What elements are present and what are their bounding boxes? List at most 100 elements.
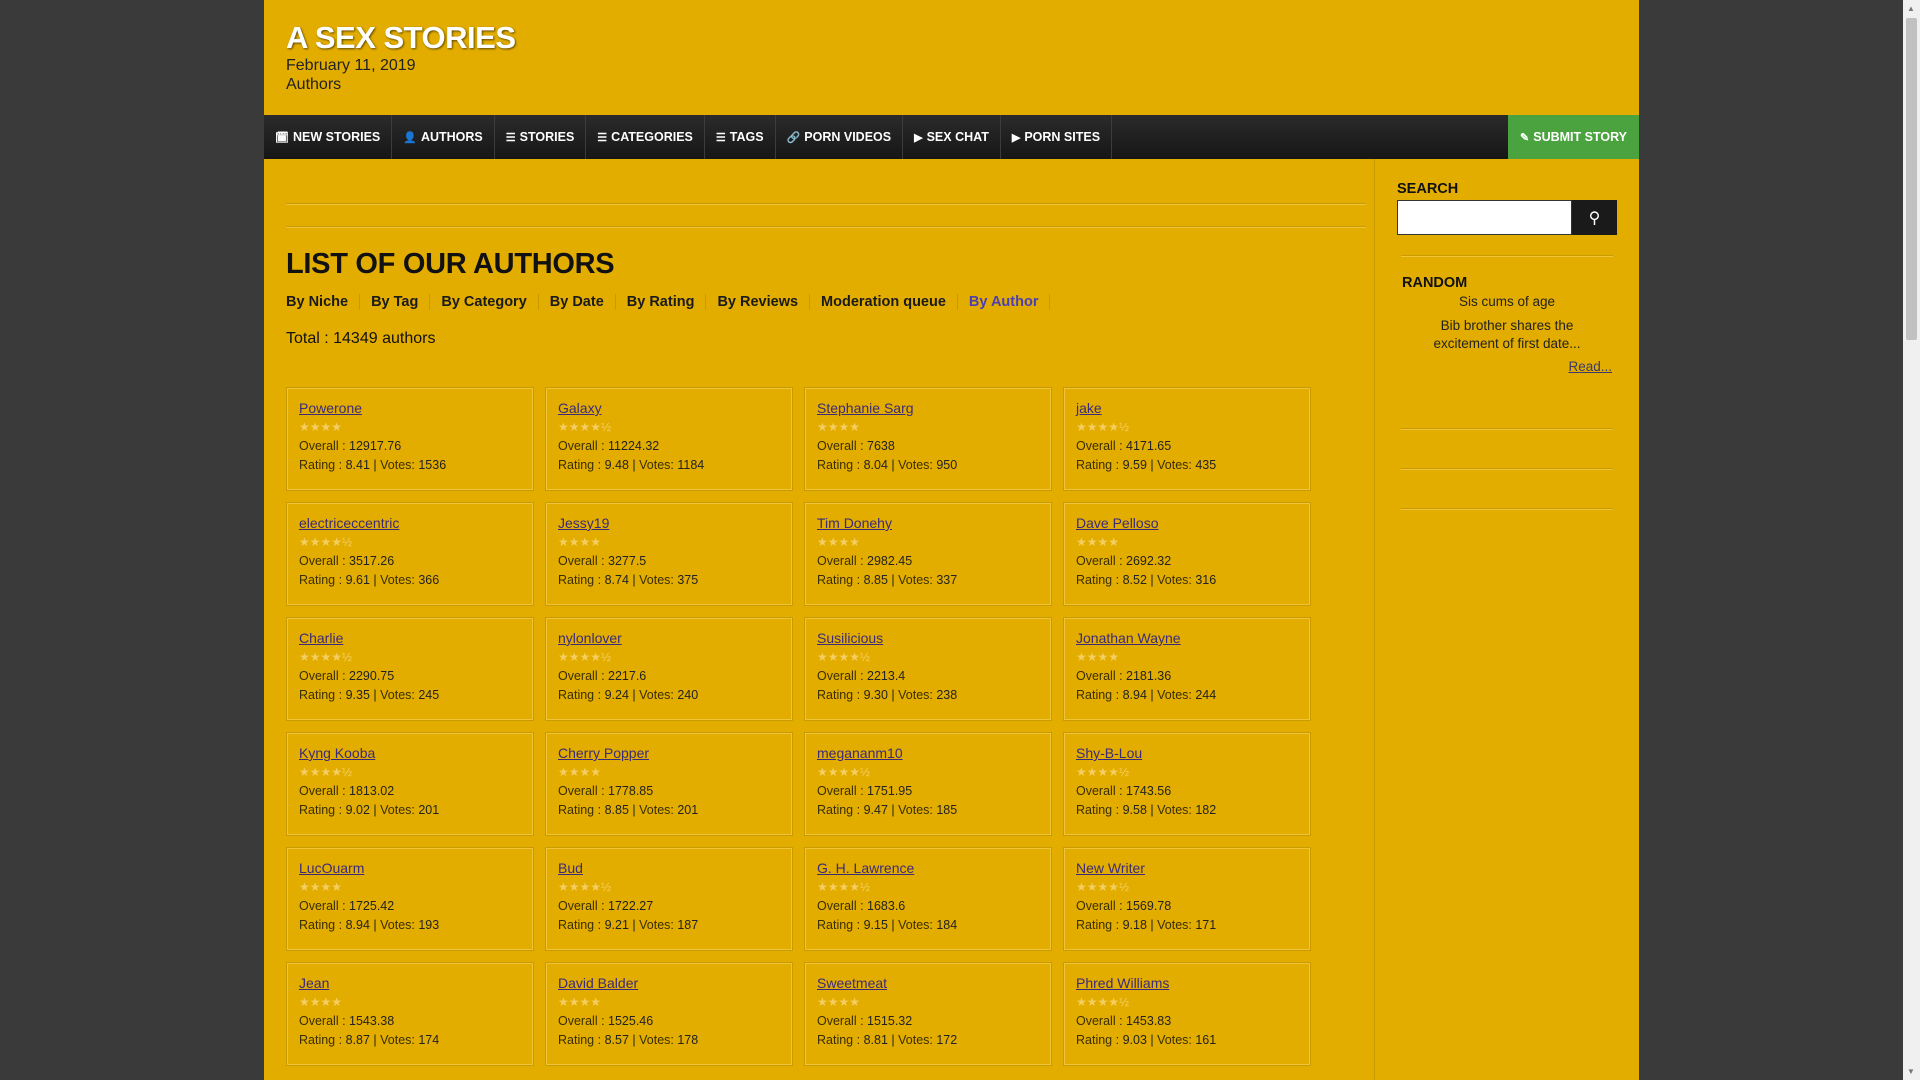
author-name-link[interactable]: New Writer [1076,860,1298,876]
rating-line: Rating : 9.61 | Votes: 366 [299,573,440,587]
author-name-link[interactable]: megananm10 [817,745,1039,761]
filter-by-tag[interactable]: By Tag [371,294,431,310]
search-button[interactable]: ⚲ [1572,200,1617,235]
nav-item-sex-chat[interactable]: ▶ SEX CHAT [903,115,1001,159]
rating-value: 8.74 [604,573,629,587]
author-name-link[interactable]: Dave Pelloso [1076,515,1298,531]
site-header: A SEX STORIES February 11, 2019 Authors [264,0,1639,115]
rating-label: Rating : [299,803,343,817]
author-name-link[interactable]: Sweetmeat [817,975,1039,991]
nav-item-tags[interactable]: ☰ TAGS [705,115,776,159]
scroll-up-icon[interactable]: ▲ [1907,4,1915,13]
filter-by-date[interactable]: By Date [550,294,616,310]
play-icon: ▶ [1011,131,1021,144]
votes-value: 1536 [418,458,447,472]
nav-item-porn-sites[interactable]: ▶ PORN SITES [1001,115,1113,159]
author-name-link[interactable]: jake [1076,400,1298,416]
votes-value: 238 [936,688,958,702]
overall-label: Overall : [558,669,605,683]
overall-line: Overall : 3517.26 [299,554,521,568]
author-name-link[interactable]: David Balder [558,975,780,991]
author-name-link[interactable]: Powerone [299,400,521,416]
filter-by-rating[interactable]: By Rating [627,294,707,310]
rating-value: 8.87 [345,1033,370,1047]
overall-label: Overall : [1076,439,1123,453]
rating-label: Rating : [1076,803,1120,817]
rating-line: Rating : 9.03 | Votes: 161 [1076,1033,1217,1047]
overall-line: Overall : 1743.56 [1076,784,1298,798]
rating-value: 8.94 [1122,688,1147,702]
rating-stars: ★★★★½ [1076,995,1130,1009]
scroll-down-icon[interactable]: ▼ [1907,1067,1915,1076]
rating-line: Rating : 9.24 | Votes: 240 [558,688,699,702]
filter-moderation-queue[interactable]: Moderation queue [821,294,958,310]
author-name-link[interactable]: Cherry Popper [558,745,780,761]
nav-item-categories[interactable]: ☰ CATEGORIES [586,115,705,159]
filter-by-category[interactable]: By Category [441,294,539,310]
rating-label: Rating : [558,458,602,472]
overall-label: Overall : [1076,899,1123,913]
filter-by-reviews[interactable]: By Reviews [717,294,811,310]
author-name-link[interactable]: Shy-B-Lou [1076,745,1298,761]
author-name-link[interactable]: Stephanie Sarg [817,400,1039,416]
author-card: Jessy19 ★★★★ Overall : 3277.5 Rating : 8.74… [545,502,793,606]
overall-label: Overall : [817,784,864,798]
random-story-excerpt: Bib brother shares the excitement of fir… [1433,318,1581,351]
author-name-link[interactable]: LucOuarm [299,860,521,876]
votes-value: 950 [936,458,958,472]
overall-value: 11224.32 [608,439,660,453]
rating-stars: ★★★★½ [817,650,871,664]
rating-line: Rating : 9.47 | Votes: 185 [817,803,958,817]
read-more-link[interactable]: Read... [1397,359,1612,374]
nav-item-label: STORIES [519,130,575,144]
author-card: Susilicious ★★★★½ Overall : 2213.4 Rating :… [804,617,1052,721]
divider [1401,468,1613,470]
nav-item-authors[interactable]: 👤 AUTHORS [392,115,495,159]
author-name-link[interactable]: Kyng Kooba [299,745,521,761]
rating-stars: ★★★★½ [1076,420,1130,434]
overall-line: Overall : 7638 [817,439,1039,453]
author-name-link[interactable]: Phred Williams [1076,975,1298,991]
page-scrollbar[interactable]: ▲ ▼ [1903,0,1920,1080]
overall-value: 2181.36 [1126,669,1172,683]
site-title[interactable]: A SEX STORIES [286,20,1617,56]
votes-label: Votes: [898,1033,933,1047]
overall-line: Overall : 1725.42 [299,899,521,913]
overall-value: 2217.6 [608,669,647,683]
author-card: electriceccentric ★★★★½ Overall : 3517.26 R… [286,502,534,606]
filter-by-author[interactable]: By Author [969,294,1051,310]
author-name-link[interactable]: Galaxy [558,400,780,416]
overall-label: Overall : [299,554,346,568]
author-name-link[interactable]: Tim Donehy [817,515,1039,531]
author-name-link[interactable]: Bud [558,860,780,876]
overall-label: Overall : [558,439,605,453]
rating-stars: ★★★★ [817,535,861,549]
rating-line: Rating : 9.18 | Votes: 171 [1076,918,1217,932]
author-name-link[interactable]: Jonathan Wayne [1076,630,1298,646]
nav-item-new-stories[interactable]: 🗓 NEW STORIES [264,115,393,159]
author-name-link[interactable]: nylonlover [558,630,780,646]
author-card: Tim Donehy ★★★★ Overall : 2982.45 Rating : … [804,502,1052,606]
author-card: megananm10 ★★★★½ Overall : 1751.95 Rating :… [804,732,1052,836]
author-name-link[interactable]: electriceccentric [299,515,521,531]
rating-stars: ★★★★ [299,420,343,434]
nav-item-stories[interactable]: ☰ STORIES [495,115,587,159]
nav-item-porn-videos[interactable]: 🔗 PORN VIDEOS [776,115,904,159]
author-card: David Balder ★★★★ Overall : 1525.46 Rating … [545,962,793,1066]
author-card: Powerone ★★★★ Overall : 12917.76 Rating : 8… [286,387,534,491]
author-name-link[interactable]: Jean [299,975,521,991]
votes-value: 245 [418,688,440,702]
rating-line: Rating : 9.35 | Votes: 245 [299,688,440,702]
rating-line: Rating : 8.81 | Votes: 172 [817,1033,958,1047]
author-name-link[interactable]: G. H. Lawrence [817,860,1039,876]
search-input[interactable] [1397,200,1572,235]
rating-value: 9.58 [1122,803,1147,817]
author-name-link[interactable]: Charlie [299,630,521,646]
submit-story-button[interactable]: ✎ SUBMIT STORY [1508,115,1639,159]
votes-value: 201 [418,803,440,817]
author-name-link[interactable]: Jessy19 [558,515,780,531]
author-name-link[interactable]: Susilicious [817,630,1039,646]
filter-by-niche[interactable]: By Niche [286,294,361,310]
overall-label: Overall : [299,899,346,913]
scroll-thumb[interactable] [1906,18,1917,340]
